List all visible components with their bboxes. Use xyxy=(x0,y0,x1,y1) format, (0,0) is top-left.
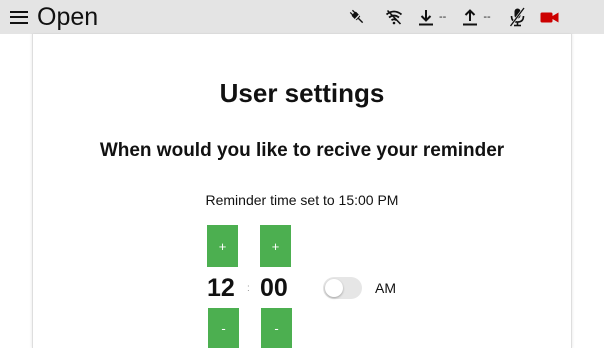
settings-panel: User settings When would you like to rec… xyxy=(32,34,572,348)
upload-rate: -- xyxy=(483,10,491,23)
camera-icon[interactable] xyxy=(540,11,559,24)
hour-decrement-button[interactable]: - xyxy=(208,308,239,348)
top-bar: Open -- -- xyxy=(0,0,604,34)
hamburger-icon xyxy=(10,10,28,24)
page-title: User settings xyxy=(219,78,385,108)
open-menu-button[interactable]: Open xyxy=(0,0,98,34)
toggle-knob xyxy=(325,279,343,297)
reminder-question: When would you like to recive your remin… xyxy=(99,140,505,161)
reminder-status-text: Reminder time set to 15:00 PM xyxy=(205,192,399,208)
am-pm-label: AM xyxy=(375,280,396,296)
download-icon[interactable]: -- xyxy=(418,9,446,26)
time-separator: : xyxy=(247,283,250,294)
hour-increment-button[interactable]: + xyxy=(207,225,238,267)
plug-disconnected-icon[interactable] xyxy=(346,7,368,27)
download-rate: -- xyxy=(439,10,447,23)
minute-value: 00 xyxy=(260,274,288,302)
status-icons: -- -- xyxy=(346,0,559,34)
hour-value: 12 xyxy=(207,274,235,302)
mic-off-icon[interactable] xyxy=(508,7,526,27)
am-pm-toggle[interactable] xyxy=(323,277,362,299)
open-menu-label: Open xyxy=(37,2,99,31)
wifi-off-icon[interactable] xyxy=(383,7,405,27)
minute-decrement-button[interactable]: - xyxy=(261,308,292,348)
upload-icon[interactable]: -- xyxy=(462,8,491,26)
minute-increment-button[interactable]: + xyxy=(260,225,291,267)
